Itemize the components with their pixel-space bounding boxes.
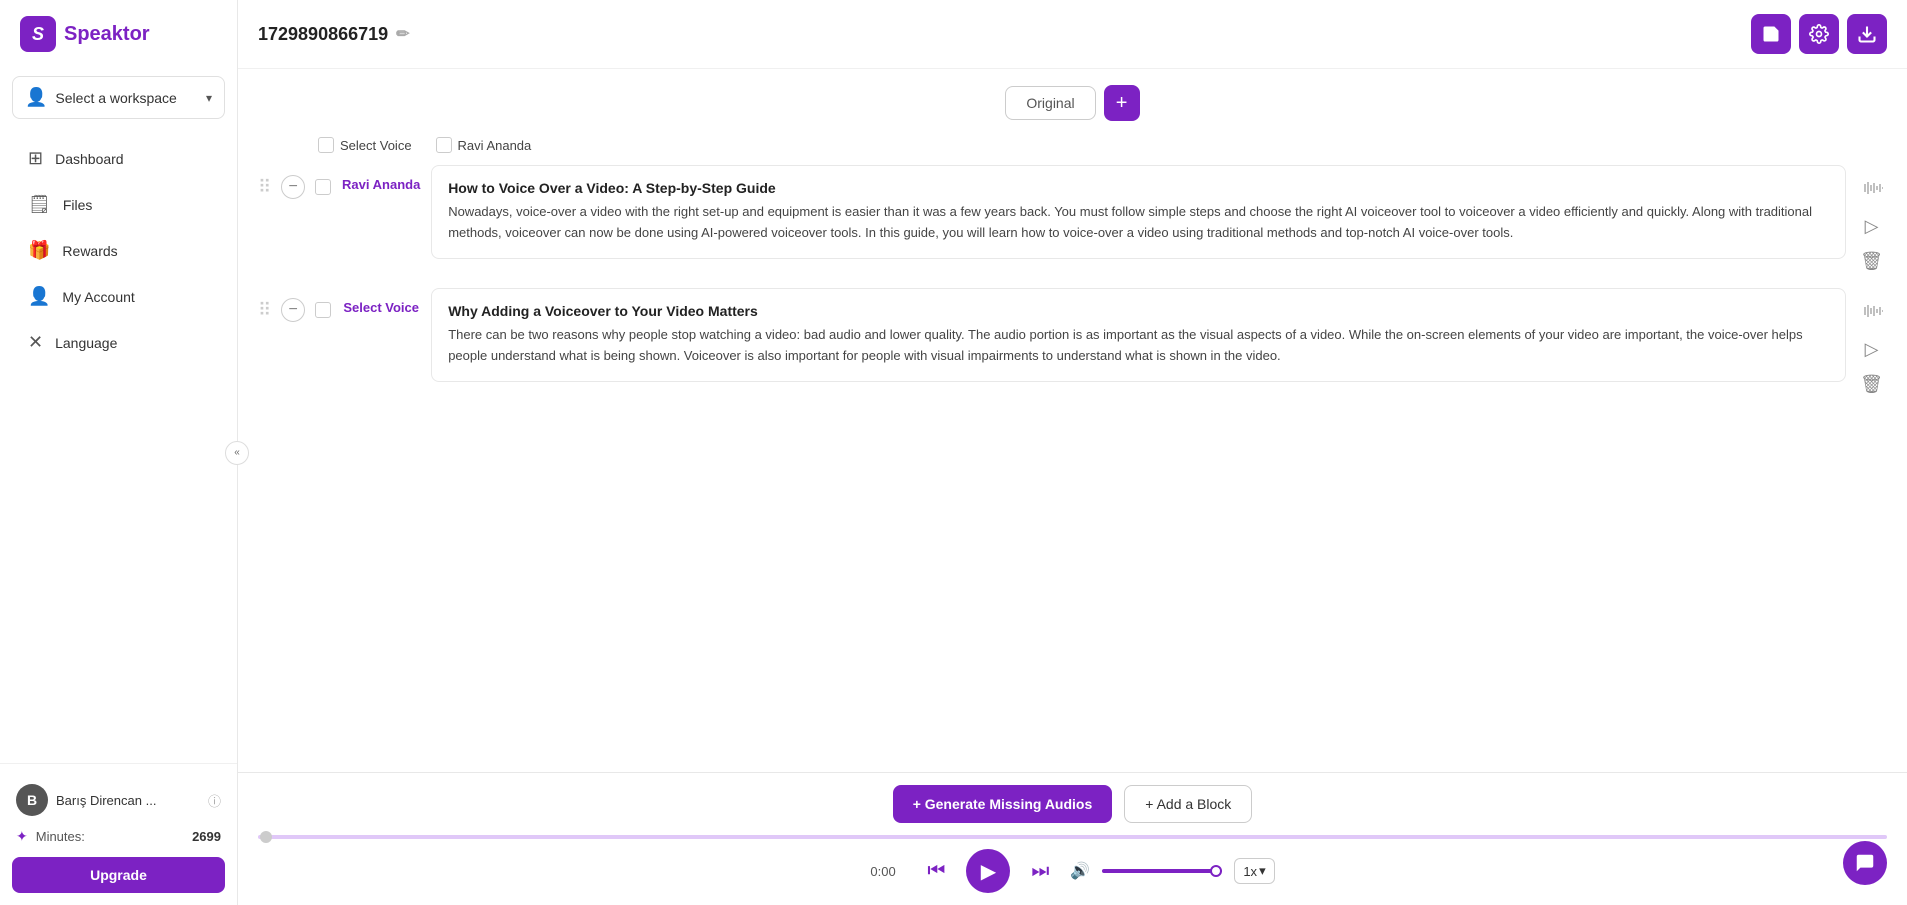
speed-chevron-icon: ▾ — [1259, 863, 1266, 879]
voice-select-row: Select Voice Ravi Ananda — [258, 137, 1887, 153]
workspace-selector[interactable]: 👤 Select a workspace ▾ — [12, 76, 225, 119]
save-button[interactable] — [1751, 14, 1791, 54]
sidebar-item-label: My Account — [62, 289, 134, 305]
volume-icon: 🔊 — [1070, 861, 1090, 881]
progress-bar-track[interactable] — [258, 835, 1887, 839]
sidebar-item-files[interactable]: 🗒 Files — [8, 182, 229, 227]
sidebar-item-label: Rewards — [62, 243, 117, 259]
edit-icon[interactable]: ✏ — [396, 24, 409, 44]
download-button[interactable] — [1847, 14, 1887, 54]
minutes-label: Minutes: — [36, 829, 184, 844]
time-display: 0:00 — [870, 864, 906, 879]
project-id-text: 1729890866719 — [258, 24, 388, 45]
bottombar: + Generate Missing Audios + Add a Block … — [238, 772, 1907, 905]
block-1-title: How to Voice Over a Video: A Step-by-Ste… — [448, 180, 1829, 196]
volume-thumb — [1210, 865, 1222, 877]
block-2-title: Why Adding a Voiceover to Your Video Mat… — [448, 303, 1829, 319]
topbar-actions — [1751, 14, 1887, 54]
block-1-play-button[interactable]: ▷ — [1861, 212, 1883, 241]
add-block-button[interactable]: + Add a Block — [1124, 785, 1252, 823]
person-icon: 👤 — [28, 286, 50, 307]
voice-select-label-1: Select Voice — [340, 138, 412, 153]
voice-select-label-2: Ravi Ananda — [458, 138, 532, 153]
nav-items: ⊞ Dashboard 🗒 Files 🎁 Rewards 👤 My Accou… — [0, 127, 237, 763]
tab-original[interactable]: Original — [1005, 86, 1095, 120]
sidebar-bottom: B Barış Direncan ... ⓘ ✦ Minutes: 2699 U… — [0, 763, 237, 905]
files-icon: 🗒 — [28, 194, 51, 215]
remove-block-2-button[interactable]: − — [281, 298, 305, 322]
block-1-actions: ▷ 🗑 — [1856, 175, 1887, 276]
user-row: B Barış Direncan ... ⓘ — [12, 776, 225, 824]
voice-checkbox-2[interactable] — [436, 137, 452, 153]
minutes-row: ✦ Minutes: 2699 — [12, 824, 225, 849]
block-2-checkbox[interactable] — [315, 302, 331, 318]
skip-forward-button[interactable]: ⏭ — [1022, 853, 1058, 889]
block-2-actions: ▷ 🗑 — [1856, 298, 1887, 399]
drag-handle-1[interactable]: ⠿ — [258, 177, 271, 198]
topbar: 1729890866719 ✏ — [238, 0, 1907, 69]
logo-icon: S — [20, 16, 56, 52]
progress-bar-thumb — [260, 831, 272, 843]
content-area: Original + Select Voice Ravi Ananda ⠿ − … — [238, 69, 1907, 772]
sidebar-item-my-account[interactable]: 👤 My Account — [8, 274, 229, 319]
language-icon: ✕ — [28, 332, 43, 353]
generate-missing-audios-button[interactable]: + Generate Missing Audios — [893, 785, 1113, 823]
minutes-value: 2699 — [192, 829, 221, 844]
block-2-text: Why Adding a Voiceover to Your Video Mat… — [431, 288, 1846, 382]
main-area: 1729890866719 ✏ Original + — [238, 0, 1907, 905]
dashboard-icon: ⊞ — [28, 148, 43, 169]
sidebar-item-dashboard[interactable]: ⊞ Dashboard — [8, 136, 229, 181]
rewards-icon: 🎁 — [28, 240, 50, 261]
block-1-voice-button[interactable]: Ravi Ananda — [341, 165, 421, 192]
app-name: Speaktor — [64, 23, 150, 46]
chevron-down-icon: ▾ — [206, 91, 212, 105]
user-name: Barış Direncan ... — [56, 793, 200, 808]
sidebar-item-label: Files — [63, 197, 93, 213]
block-1-text: How to Voice Over a Video: A Step-by-Ste… — [431, 165, 1846, 259]
tab-add-button[interactable]: + — [1104, 85, 1140, 121]
sidebar-collapse-button[interactable]: « — [225, 441, 249, 465]
logo-area: S Speaktor — [0, 0, 237, 68]
speed-label: 1x — [1243, 864, 1257, 879]
voice-checkbox-group-1: Select Voice — [318, 137, 412, 153]
player-controls: 0:00 ⏮ ▶ ⏭ 🔊 1x ▾ — [258, 849, 1887, 893]
voice-checkbox-1[interactable] — [318, 137, 334, 153]
chat-bubble-button[interactable] — [1843, 841, 1887, 885]
block-1-body: Nowadays, voice-over a video with the ri… — [448, 202, 1829, 244]
star-icon: ✦ — [16, 828, 28, 845]
speed-selector[interactable]: 1x ▾ — [1234, 858, 1274, 884]
upgrade-button[interactable]: Upgrade — [12, 857, 225, 893]
sidebar-item-label: Dashboard — [55, 151, 124, 167]
workspace-label: Select a workspace — [55, 90, 198, 106]
block-row-1: ⠿ − Ravi Ananda How to Voice Over a Vide… — [258, 165, 1887, 276]
workspace-icon: 👤 — [25, 87, 47, 108]
block-1-checkbox[interactable] — [315, 179, 331, 195]
block-2-body: There can be two reasons why people stop… — [448, 325, 1829, 367]
sidebar-item-language[interactable]: ✕ Language — [8, 320, 229, 365]
remove-block-1-button[interactable]: − — [281, 175, 305, 199]
generate-row: + Generate Missing Audios + Add a Block — [258, 785, 1887, 823]
block-2-voice-button[interactable]: Select Voice — [341, 288, 421, 315]
block-row-2: ⠿ − Select Voice Why Adding a Voiceover … — [258, 288, 1887, 399]
sidebar: S Speaktor 👤 Select a workspace ▾ ⊞ Dash… — [0, 0, 238, 905]
project-id: 1729890866719 ✏ — [258, 24, 410, 45]
sidebar-item-label: Language — [55, 335, 117, 351]
settings-button[interactable] — [1799, 14, 1839, 54]
block-1-delete-button[interactable]: 🗑 — [1856, 247, 1887, 276]
block-2-play-button[interactable]: ▷ — [1861, 335, 1883, 364]
voice-checkbox-group-2: Ravi Ananda — [436, 137, 532, 153]
info-icon[interactable]: ⓘ — [208, 791, 221, 810]
play-pause-button[interactable]: ▶ — [966, 849, 1010, 893]
avatar: B — [16, 784, 48, 816]
skip-back-button[interactable]: ⏮ — [918, 853, 954, 889]
block-1-waveform-button[interactable] — [1857, 175, 1887, 206]
volume-slider[interactable] — [1102, 869, 1222, 873]
block-2-waveform-button[interactable] — [1857, 298, 1887, 329]
version-tabs: Original + — [258, 85, 1887, 121]
block-2-delete-button[interactable]: 🗑 — [1856, 370, 1887, 399]
drag-handle-2[interactable]: ⠿ — [258, 300, 271, 321]
sidebar-item-rewards[interactable]: 🎁 Rewards — [8, 228, 229, 273]
